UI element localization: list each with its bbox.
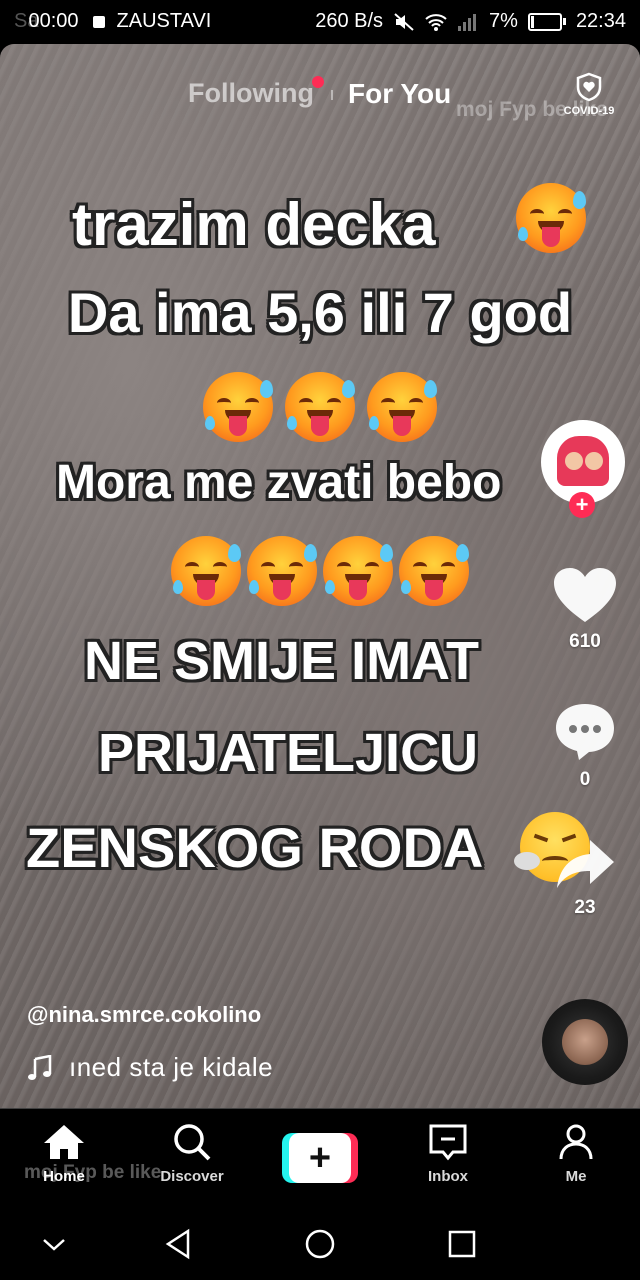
plus-icon: + [289,1133,351,1183]
like-count: 610 [569,631,601,652]
recents-icon[interactable] [442,1226,482,1262]
music-title: ıned sta je kidale [69,1052,274,1082]
following-notification-dot [312,76,324,88]
system-nav-bar [0,1208,640,1280]
create-button[interactable]: + [282,1133,358,1183]
chevron-down-icon[interactable] [34,1226,74,1262]
back-icon[interactable] [158,1226,198,1262]
hot-face-emoji [367,372,437,442]
tab-for-you[interactable]: For You [348,78,451,110]
nav-me-label: Me [565,1168,587,1185]
emoji-row-2 [0,536,640,606]
comment-count: 0 [579,769,591,790]
network-speed: 260 B/s [315,10,384,32]
creator-avatar[interactable]: + [541,420,625,518]
comment-icon [556,704,614,760]
signal-icon [458,13,477,31]
status-bar: Sa 00:00 ZAUSTAVI 260 B/s 7% 22:34 [0,0,640,44]
share-arrow-icon [557,840,614,888]
wifi-icon [425,13,447,31]
clock: 22:34 [575,10,626,32]
caption-line-2: Da ima 5,6 ili 7 god [67,281,573,344]
stop-record-icon [92,15,105,28]
search-icon [174,1124,211,1161]
record-timer: 00:00 [28,10,79,32]
share-button[interactable]: 23 [550,836,620,919]
music-note-icon [28,1054,52,1080]
nav-inbox[interactable]: Inbox [398,1123,498,1185]
nav-me[interactable]: Me [526,1123,626,1185]
tab-separator [331,90,333,100]
hot-face-emoji [247,536,317,606]
tab-following[interactable]: Following [188,78,314,109]
home-icon [44,1125,84,1159]
mute-icon [394,12,414,31]
music-cover-image [562,1019,608,1065]
hot-face-emoji [323,536,393,606]
covid-button[interactable]: COVID-19 [556,72,622,117]
watermark-bottom: moj Fyp be like [24,1162,162,1183]
profile-icon [559,1124,593,1160]
hot-face-emoji [203,372,273,442]
caption-line-5: PRIJATELJICU [98,723,479,783]
battery-percent: 7% [489,10,518,32]
share-count: 23 [574,897,596,918]
bottom-nav: Home Discover + Inbox Me [0,1108,640,1209]
comment-button[interactable]: 0 [550,700,620,791]
hot-face-emoji [516,183,586,253]
battery-icon [527,12,566,31]
covid-label: COVID-19 [563,105,615,117]
stop-record-label[interactable]: ZAUSTAVI [117,10,212,33]
home-circle-icon[interactable] [300,1226,340,1262]
music-disc[interactable] [542,999,628,1085]
inbox-icon [429,1124,467,1161]
music-info[interactable]: ıned sta je kidale [27,1052,273,1083]
hot-face-emoji [285,372,355,442]
nav-inbox-label: Inbox [428,1168,468,1185]
author-username[interactable]: @nina.smrce.cokolino [27,1002,261,1028]
follow-button[interactable]: + [569,492,595,518]
caption-line-4: NE SMIJE IMAT [84,631,480,691]
hot-face-emoji [171,536,241,606]
heart-icon [554,568,616,622]
shield-heart-icon [576,72,602,102]
hot-face-emoji [399,536,469,606]
feed-tabs: Following For You [0,74,640,114]
like-button[interactable]: 610 [550,566,620,653]
